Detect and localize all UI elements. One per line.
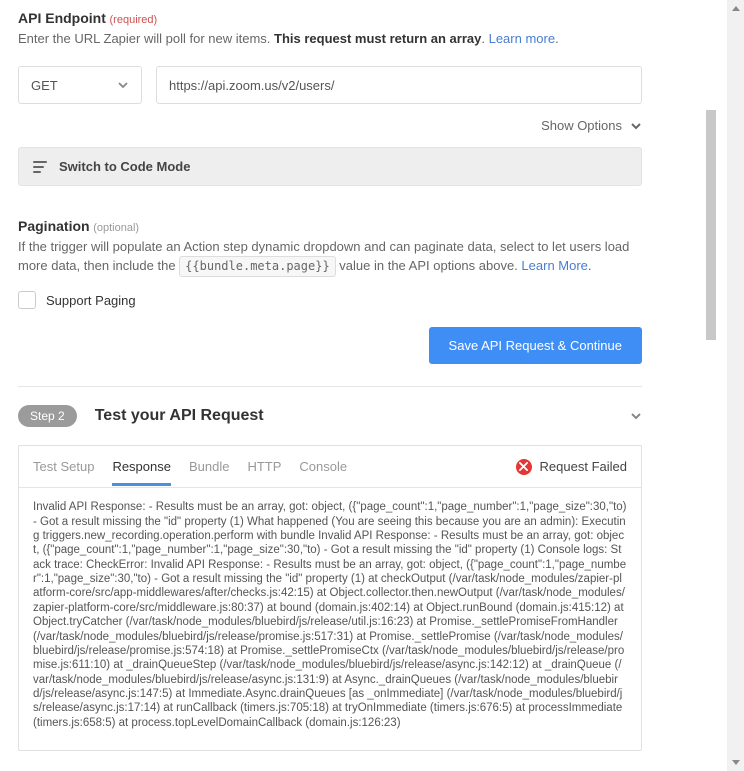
learn-more-link[interactable]: Learn More (521, 258, 587, 273)
test-panel: Test Setup Response Bundle HTTP Console … (18, 445, 642, 751)
step-2-header[interactable]: Step 2 Test your API Request (18, 405, 642, 427)
tab-bar: Test Setup Response Bundle HTTP Console … (19, 446, 641, 488)
request-status: Request Failed (516, 459, 627, 475)
tab-test-setup[interactable]: Test Setup (33, 447, 94, 486)
pagination-help: If the trigger will populate an Action s… (18, 238, 642, 277)
help-bold: This request must return an array (274, 31, 481, 46)
support-paging-checkbox[interactable] (18, 291, 36, 309)
pagination-help-suffix: value in the API options above. (336, 258, 522, 273)
inner-scrollbar-thumb[interactable] (706, 110, 716, 340)
pagination-section: Pagination (optional) If the trigger wil… (18, 218, 642, 364)
scroll-up-button[interactable] (727, 0, 744, 17)
divider (18, 386, 642, 387)
chevron-down-icon (117, 79, 129, 91)
url-input[interactable] (156, 66, 642, 104)
tab-console[interactable]: Console (299, 447, 347, 486)
tab-response[interactable]: Response (112, 447, 171, 486)
http-method-value: GET (31, 78, 58, 93)
switch-code-mode-button[interactable]: Switch to Code Mode (18, 147, 642, 186)
show-options-toggle[interactable]: Show Options (18, 118, 642, 133)
triangle-down-icon (732, 760, 740, 765)
status-label: Request Failed (540, 459, 627, 474)
help-prefix: Enter the URL Zapier will poll for new i… (18, 31, 274, 46)
triangle-up-icon (732, 6, 740, 11)
show-options-label: Show Options (541, 118, 622, 133)
step-badge: Step 2 (18, 405, 77, 427)
scroll-down-button[interactable] (727, 754, 744, 771)
code-mode-label: Switch to Code Mode (59, 159, 190, 174)
optional-tag: (optional) (93, 222, 139, 234)
error-body: Invalid API Response: - Results must be … (19, 488, 641, 750)
help-suffix: . (481, 31, 488, 46)
code-chip: {{bundle.meta.page}} (179, 256, 336, 277)
api-endpoint-title: API Endpoint (18, 10, 106, 26)
outer-scrollbar-track[interactable] (727, 0, 744, 771)
support-paging-label: Support Paging (46, 293, 136, 308)
tab-http[interactable]: HTTP (247, 447, 281, 486)
chevron-down-icon (630, 410, 642, 422)
pagination-title: Pagination (18, 218, 90, 234)
list-icon (33, 161, 47, 173)
api-endpoint-help: Enter the URL Zapier will poll for new i… (18, 30, 642, 48)
http-method-select[interactable]: GET (18, 66, 142, 104)
save-button[interactable]: Save API Request & Continue (429, 327, 642, 364)
tab-bundle[interactable]: Bundle (189, 447, 229, 486)
api-endpoint-section: API Endpoint (required) Enter the URL Za… (18, 10, 642, 186)
error-icon (516, 459, 532, 475)
learn-more-link[interactable]: Learn more (489, 31, 555, 46)
required-tag: (required) (110, 14, 158, 26)
chevron-down-icon (630, 120, 642, 132)
step-title: Test your API Request (95, 407, 264, 425)
